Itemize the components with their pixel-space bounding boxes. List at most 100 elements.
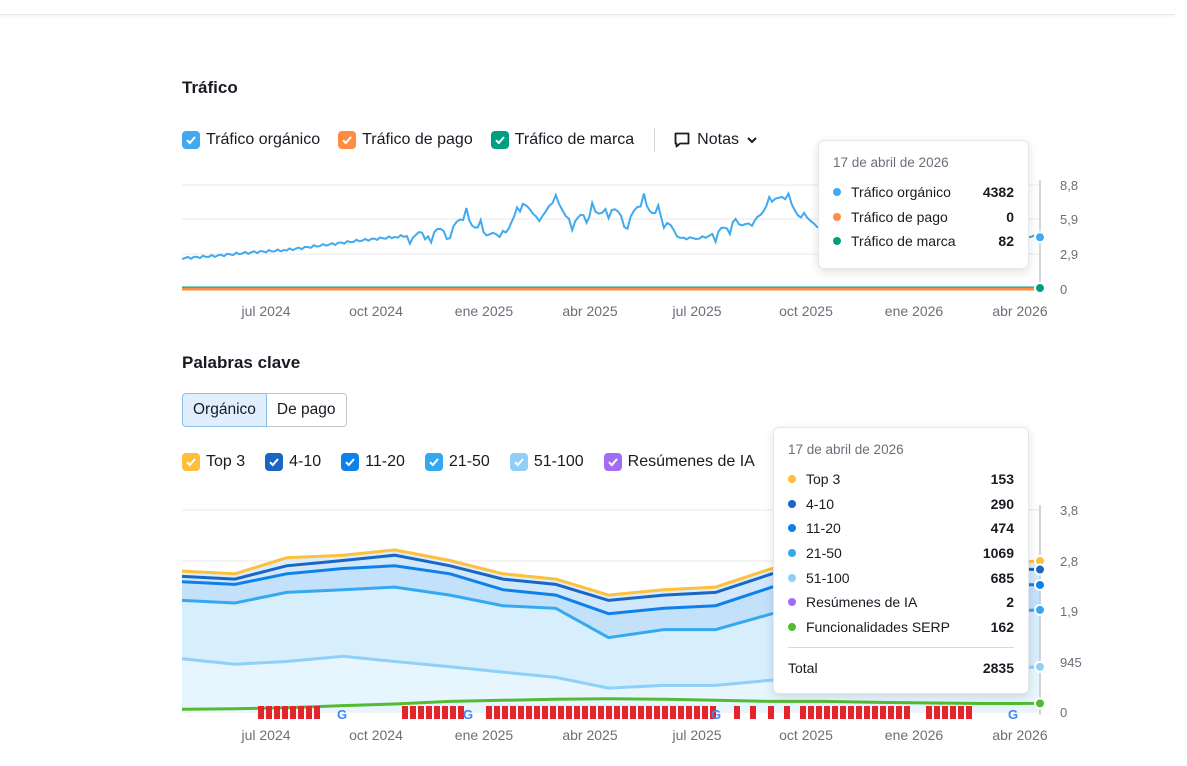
tooltip-row-value: 153 (990, 471, 1014, 488)
serp-feature-marker (768, 706, 774, 719)
google-icon: G (711, 707, 721, 722)
serp-feature-marker (702, 706, 708, 719)
serp-feature-marker (662, 706, 668, 719)
serp-feature-marker (686, 706, 692, 719)
data-point (1034, 603, 1046, 616)
data-point (1034, 563, 1046, 576)
y-tick-label: 1,9 (1060, 604, 1078, 619)
serp-feature-marker (904, 706, 910, 719)
serp-feature-marker (734, 706, 740, 719)
serp-feature-marker (622, 706, 628, 719)
tooltip-row-name: Resúmenes de IA (806, 594, 918, 611)
serp-feature-marker (824, 706, 830, 719)
serp-feature-marker (510, 706, 516, 719)
y-tick-label: 3,8 (1060, 503, 1078, 518)
serp-feature-marker (486, 706, 492, 719)
tooltip-row-name: 21-50 (806, 545, 842, 562)
serp-feature-marker (614, 706, 620, 719)
legend-dot (788, 598, 796, 607)
serp-feature-marker (678, 706, 684, 719)
y-tick-label: 2,8 (1060, 554, 1078, 569)
google-icon: G (1008, 707, 1018, 722)
tooltip-row: Top 3 153 (788, 467, 1014, 492)
serp-feature-marker (934, 706, 940, 719)
serp-feature-marker (434, 706, 440, 719)
tooltip-row-name: 11-20 (806, 520, 841, 537)
tooltip-row: 4-10 290 (788, 492, 1014, 517)
y-tick-label: 0 (1060, 705, 1067, 720)
tooltip-row-value: 685 (990, 569, 1014, 586)
serp-feature-marker (418, 706, 424, 719)
serp-feature-marker (848, 706, 854, 719)
serp-feature-marker (598, 706, 604, 719)
serp-feature-marker (282, 706, 288, 719)
serp-feature-marker (534, 706, 540, 719)
serp-feature-marker (450, 706, 456, 719)
serp-feature-marker (566, 706, 572, 719)
google-icon: G (337, 707, 347, 722)
serp-feature-marker (816, 706, 822, 719)
serp-feature-marker (542, 706, 548, 719)
serp-feature-marker (950, 706, 956, 719)
legend-dot (788, 499, 796, 508)
x-tick-label: ene 2026 (885, 727, 944, 743)
tooltip-row-value: 1069 (982, 545, 1014, 562)
legend-dot (788, 475, 796, 484)
legend-dot (788, 573, 796, 582)
serp-feature-marker (872, 706, 878, 719)
serp-feature-marker (402, 706, 408, 719)
serp-feature-marker (518, 706, 524, 719)
serp-feature-marker (966, 706, 972, 719)
tooltip-date: 17 de abril de 2026 (788, 442, 904, 457)
x-tick-label: oct 2025 (779, 727, 833, 743)
serp-feature-marker (630, 706, 636, 719)
serp-feature-marker (638, 706, 644, 719)
legend-dot (788, 524, 796, 533)
serp-feature-marker (958, 706, 964, 719)
serp-feature-marker (784, 706, 790, 719)
tooltip-total-value: 2835 (982, 659, 1014, 676)
serp-feature-marker (840, 706, 846, 719)
serp-feature-marker (298, 706, 304, 719)
tooltip-row-name: 51-100 (806, 569, 850, 586)
tooltip-row-name: Top 3 (806, 471, 841, 488)
serp-feature-marker (856, 706, 862, 719)
serp-feature-marker (888, 706, 894, 719)
tooltip-row-value: 162 (990, 618, 1014, 635)
serp-feature-marker (290, 706, 296, 719)
tooltip-row-name: 4-10 (806, 495, 835, 512)
serp-feature-marker (880, 706, 886, 719)
serp-feature-marker (426, 706, 432, 719)
serp-feature-marker (750, 706, 756, 719)
serp-feature-marker (926, 706, 932, 719)
serp-feature-marker (550, 706, 556, 719)
serp-feature-marker (274, 706, 280, 719)
tooltip-row: Funcionalidades SERP 162 (788, 615, 1014, 640)
serp-feature-marker (808, 706, 814, 719)
tooltip-row-value: 2 (1006, 594, 1014, 611)
serp-feature-marker (314, 706, 320, 719)
tooltip-row: 21-50 1069 (788, 541, 1014, 566)
serp-feature-marker (574, 706, 580, 719)
tooltip-row-value: 290 (990, 495, 1014, 512)
x-tick-label: ene 2025 (455, 727, 514, 743)
legend-dot (788, 622, 796, 631)
serp-feature-marker (582, 706, 588, 719)
tooltip-row: Resúmenes de IA 2 (788, 590, 1014, 615)
serp-feature-marker (800, 706, 806, 719)
serp-feature-marker (442, 706, 448, 719)
serp-feature-marker (590, 706, 596, 719)
x-tick-label: jul 2025 (671, 727, 721, 743)
serp-feature-marker (502, 706, 508, 719)
data-point (1034, 697, 1046, 710)
serp-feature-marker (258, 706, 264, 719)
serp-feature-marker (896, 706, 902, 719)
serp-feature-marker (942, 706, 948, 719)
tooltip-row-value: 474 (990, 520, 1014, 537)
x-tick-label: abr 2025 (562, 727, 617, 743)
google-icon: G (463, 707, 473, 722)
serp-feature-marker (410, 706, 416, 719)
y-tick-label: 945 (1060, 655, 1082, 670)
serp-feature-marker (670, 706, 676, 719)
legend-dot (788, 549, 796, 558)
